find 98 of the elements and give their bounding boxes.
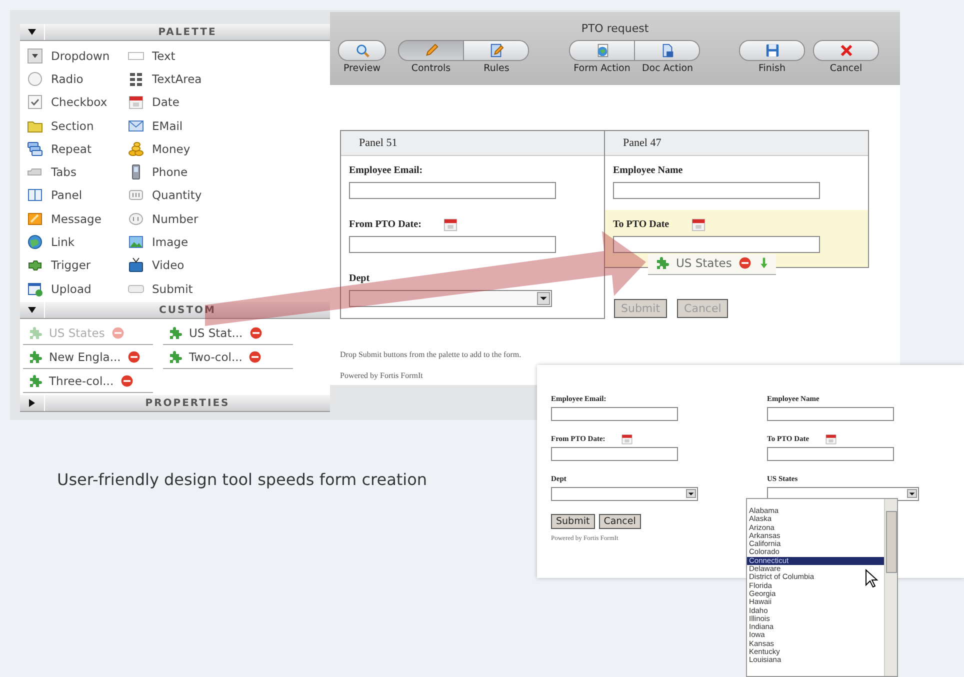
palette-item[interactable]: Section	[27, 114, 94, 138]
input-field[interactable]	[349, 236, 556, 253]
input-field[interactable]	[767, 447, 894, 461]
dropdown-icon	[27, 48, 43, 64]
palette-item[interactable]: Radio	[27, 67, 84, 91]
input-field[interactable]	[613, 182, 820, 199]
custom-control[interactable]: Three-col...	[49, 374, 114, 388]
dropdown-field[interactable]	[349, 290, 552, 307]
dropdown-arrow-icon	[688, 492, 694, 496]
tv-icon	[128, 257, 144, 274]
calendar-icon[interactable]	[621, 432, 634, 444]
remove-icon[interactable]	[248, 350, 262, 364]
form-button[interactable]: Cancel	[598, 514, 641, 529]
dropdown-arrow-icon	[909, 492, 915, 496]
input-field[interactable]	[349, 182, 556, 199]
input-field[interactable]	[551, 407, 678, 421]
hint-text: Drop Submit buttons from the palette to add to the form.	[340, 350, 522, 359]
remove-icon[interactable]	[110, 326, 125, 340]
field-label: Dept	[349, 272, 370, 284]
dragged-control-label: US States	[676, 256, 732, 270]
close-icon	[838, 43, 854, 58]
notepad-icon	[488, 43, 504, 58]
palette-item[interactable]: Panel	[27, 184, 82, 208]
input-field[interactable]	[551, 447, 678, 461]
puzzle-icon	[27, 372, 43, 389]
custom-control[interactable]: Two-col...	[189, 350, 242, 364]
footer-text: Powered by Fortis FormIt	[340, 371, 424, 380]
palette-item[interactable]: Checkbox	[27, 90, 108, 114]
palette-item[interactable]: Date	[128, 90, 180, 114]
dropdown-field[interactable]	[551, 487, 698, 501]
pointer-cursor-icon	[865, 569, 878, 588]
palette-item[interactable]: Phone	[128, 160, 188, 184]
palette-item[interactable]: Tabs	[27, 160, 76, 184]
palette-item[interactable]: Dropdown	[27, 44, 110, 68]
scrollbar[interactable]	[884, 499, 897, 676]
calendar-icon	[128, 94, 144, 110]
number-icon	[128, 210, 144, 227]
input-field[interactable]	[767, 407, 894, 421]
input-field[interactable]	[613, 236, 820, 253]
palette-item[interactable]: EMail	[128, 114, 183, 138]
globe-icon	[27, 234, 43, 250]
palette-item[interactable]: TextArea	[128, 67, 202, 91]
group-title: CUSTOM	[158, 304, 217, 316]
calendar-icon[interactable]	[825, 432, 838, 444]
remove-icon[interactable]	[126, 350, 141, 364]
remove-icon	[738, 256, 752, 270]
palette-item[interactable]: Video	[128, 254, 184, 277]
envelope-icon	[128, 118, 144, 134]
custom-control[interactable]: US Stat...	[189, 326, 243, 340]
palette-item[interactable]: Money	[128, 137, 190, 160]
puzzle-icon	[27, 324, 43, 341]
stacked-cards-icon	[27, 140, 43, 157]
puzzle-icon	[167, 324, 183, 341]
palette-item[interactable]: Submit	[128, 276, 193, 300]
pencil-icon	[424, 43, 438, 58]
panel-title: Panel 47	[605, 131, 868, 156]
puzzle-icon	[167, 348, 183, 365]
panel-icon	[27, 187, 43, 204]
custom-control[interactable]: New Engla...	[49, 350, 121, 364]
palette-item[interactable]: Message	[27, 207, 102, 230]
palette-item[interactable]: Link	[27, 230, 75, 254]
puzzle-icon	[654, 255, 670, 271]
search-icon	[354, 43, 370, 58]
palette-item[interactable]: Number	[128, 207, 198, 230]
note-icon	[27, 210, 43, 227]
group-header[interactable]: PROPERTIES	[20, 395, 330, 412]
picture-icon	[128, 234, 144, 250]
palette-item[interactable]: Text	[128, 44, 176, 68]
window-title: PTO request	[580, 21, 650, 37]
dragged-control[interactable]: US States	[648, 254, 776, 275]
textarea-icon	[128, 70, 144, 87]
group-header[interactable]: CUSTOM	[20, 302, 330, 320]
palette-item[interactable]: Quantity	[128, 184, 202, 208]
dropdown-arrow-icon	[540, 296, 547, 301]
save-icon	[764, 43, 780, 58]
checkbox-icon	[27, 94, 43, 110]
palette-item[interactable]: Repeat	[27, 137, 92, 160]
field-label: Employee Email:	[349, 164, 423, 176]
group-title: PALETTE	[157, 26, 218, 38]
palette-item[interactable]: Image	[128, 230, 188, 254]
field-label: From PTO Date:	[349, 218, 422, 230]
group-title: PROPERTIES	[144, 398, 231, 409]
group-header[interactable]: PALETTE	[20, 24, 330, 41]
field-label: To PTO Date	[613, 218, 670, 230]
upload-icon	[27, 280, 43, 297]
coins-icon	[128, 140, 144, 157]
palette-item[interactable]: Trigger	[27, 254, 91, 277]
remove-icon[interactable]	[120, 374, 134, 388]
radio-icon	[27, 70, 43, 87]
caption: User-friendly design tool speeds form creation	[57, 470, 428, 489]
panel-title: Panel 51	[341, 131, 604, 156]
calendar-icon[interactable]	[691, 216, 706, 232]
calendar-icon[interactable]	[443, 216, 458, 232]
remove-icon[interactable]	[248, 326, 263, 340]
form-button[interactable]: Submit	[551, 514, 595, 529]
puzzle-icon	[27, 348, 43, 365]
palette-item[interactable]: Upload	[27, 276, 92, 300]
field-label: Employee Name	[613, 164, 683, 176]
